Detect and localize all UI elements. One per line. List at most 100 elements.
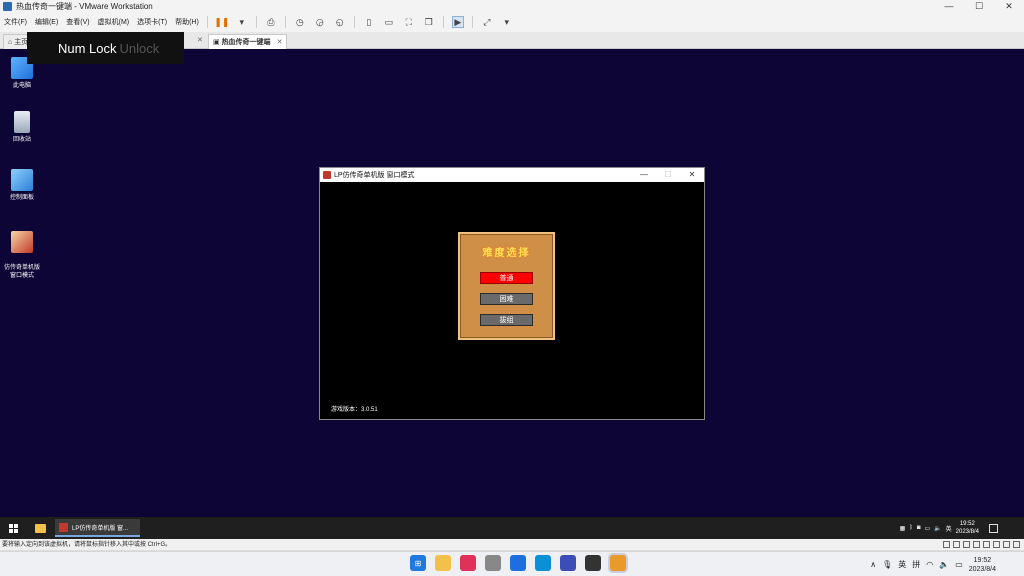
vmware-status-bar: 要将输入定向到该虚拟机，请将鼠标指针移入其中或按 Ctrl+G。 [0,539,1024,551]
difficulty-extreme-button[interactable]: 拔组 [480,314,533,326]
menu-tabs[interactable]: 选项卡(T) [133,17,171,27]
guest-date: 2023/8/4 [955,529,979,535]
speaker-icon[interactable]: 🔈 [934,525,941,532]
taskbar-game-item[interactable]: LP仿传奇单机版 窗... [55,519,140,537]
unity-icon[interactable]: ❐ [423,16,435,28]
desktop-icon-control-panel[interactable]: 控制面板 [0,169,44,202]
numlock-osd: Num Lock Unlock [27,32,184,64]
wifi-icon[interactable]: ◠ [926,560,933,569]
tray-icon[interactable]: ◙ [917,525,921,531]
snapshot-manager-icon[interactable]: ◵ [334,16,346,28]
desktop-icon-label: 控制面板 [9,195,34,201]
host-clock[interactable]: 19:52 2023/8/4 [969,556,996,574]
tab-vm[interactable]: ▣ 热血传奇一键端 ✕ [208,34,288,49]
file-explorer-icon[interactable] [35,523,46,533]
show-desktop-icon[interactable] [989,523,998,533]
taskbar-game-label: LP仿传奇单机版 窗... [72,525,129,532]
guest-taskbar: LP仿传奇单机版 窗... ▦ ᛒ ◙ ▭ 🔈 英 19:52 2023/8/4 [0,517,1024,539]
thumbnail-icon[interactable]: ▭ [383,16,395,28]
minimize-button[interactable]: — [934,0,964,12]
microphone-icon[interactable]: 🎙 [882,560,892,569]
host-time: 19:52 [973,556,992,564]
speaker-icon[interactable]: 🔈 [939,560,949,569]
toolbar-separator [255,16,257,28]
windows-start-icon[interactable]: ⊞ [410,555,426,571]
network-icon[interactable]: ▭ [924,525,930,532]
desktop-icon-recycle-bin[interactable]: 回收站 [0,111,44,144]
host-taskbar: ⊞ ∧ 🎙 英 拼 ◠ 🔈 ▭ 19:52 2023/8/4 [0,551,1024,576]
cdrom-icon[interactable] [953,541,960,548]
ime-english[interactable]: 英 [898,559,906,570]
battery-icon[interactable]: ▭ [955,560,963,569]
edge-browser-icon[interactable] [535,555,551,571]
fullscreen-icon[interactable]: ⛶ [403,16,415,28]
display-icon[interactable] [1003,541,1010,548]
app-icon[interactable] [485,555,501,571]
host-pinned-apps: ⊞ [410,555,626,571]
ime-indicator[interactable]: 英 [946,524,952,533]
sidebar-toggle-icon[interactable]: ▯ [363,16,375,28]
message-icon[interactable] [1013,541,1020,548]
file-explorer-icon[interactable] [435,555,451,571]
keyboard-icon[interactable]: ▦ [900,525,906,532]
printer-icon[interactable] [993,541,1000,548]
menu-file[interactable]: 文件(F) [0,17,31,27]
game-icon [11,231,33,253]
game-close-button[interactable]: ✕ [680,168,704,182]
pause-icon[interactable]: ❚❚ [214,16,229,28]
host-system-tray: ∧ 🎙 英 拼 ◠ 🔈 ▭ 19:52 2023/8/4 [870,552,996,576]
send-keys-icon[interactable]: ⎙ [265,16,277,28]
game-task-icon [59,522,68,532]
vmware-icon[interactable] [610,555,626,571]
difficulty-hard-button[interactable]: 困难 [480,293,533,305]
difficulty-title: 难度选择 [482,248,531,259]
stretch-icon[interactable]: ⤢ [481,16,493,28]
maximize-button[interactable]: ☐ [964,0,994,12]
game-window-title: LP仿传奇单机版 窗口模式 [334,172,415,179]
disk-icon[interactable] [943,541,950,548]
menu-vm[interactable]: 虚拟机(M) [94,17,134,27]
guest-screen[interactable]: 此电脑 回收站 控制面板 仿传奇单机版 窗口模式 LP仿传奇单机版 窗口模式 —… [0,49,1024,517]
toolbar-separator [284,16,286,28]
console-view-icon[interactable]: ▶ [451,16,464,28]
game-minimize-button[interactable]: — [632,168,656,182]
usb-icon[interactable] [973,541,980,548]
numlock-dim-text: Unlock [119,40,160,56]
tab-close-icon[interactable]: ✕ [197,36,203,44]
chevron-up-icon[interactable]: ∧ [870,560,876,569]
network-adapter-icon[interactable] [963,541,970,548]
snapshot-icon[interactable]: ◷ [294,16,306,28]
game-window-controls: — ☐ ✕ [632,168,704,182]
sound-icon[interactable] [983,541,990,548]
close-button[interactable]: ✕ [994,0,1024,12]
tab-close-icon[interactable]: ✕ [277,38,283,46]
window-controls: — ☐ ✕ [934,0,1024,12]
status-message: 要将输入定向到该虚拟机，请将鼠标指针移入其中或按 Ctrl+G。 [2,542,172,548]
app-icon[interactable] [460,555,476,571]
toolbar-separator [471,16,473,28]
windows-start-icon[interactable] [9,523,18,533]
menu-view[interactable]: 查看(V) [62,17,93,27]
desktop-icon-game[interactable]: 仿传奇单机版 窗口模式 [0,223,44,280]
menu-bar: 文件(F) 编辑(E) 查看(V) 虚拟机(M) 选项卡(T) 帮助(H) ❚❚… [0,12,1024,32]
bluetooth-icon[interactable]: ᛒ [909,525,913,531]
game-maximize-button[interactable]: ☐ [656,168,680,182]
guest-system-tray: ▦ ᛒ ◙ ▭ 🔈 英 19:52 2023/8/4 [900,517,998,539]
ime-pinyin[interactable]: 拼 [912,559,920,570]
game-window[interactable]: LP仿传奇单机版 窗口模式 — ☐ ✕ 难度选择 普通 困难 拔组 游戏版本：3… [319,167,705,420]
menu-help[interactable]: 帮助(H) [171,17,203,27]
dropdown-arrow-icon[interactable]: ▾ [236,16,248,28]
tab-vm-label: 热血传奇一键端 [221,39,271,46]
dropdown-arrow-icon[interactable]: ▾ [501,16,513,28]
revert-snapshot-icon[interactable]: ◶ [314,16,326,28]
guest-clock[interactable]: 19:52 2023/8/4 [956,520,979,536]
recycle-bin-icon [14,111,30,133]
control-panel-icon [11,169,33,191]
toolbar-separator [353,16,355,28]
numlock-text: Num Lock [58,40,117,56]
menu-edit[interactable]: 编辑(E) [31,17,62,27]
app-icon[interactable] [510,555,526,571]
app-icon[interactable] [560,555,576,571]
difficulty-normal-button[interactable]: 普通 [480,272,533,284]
app-icon[interactable] [585,555,601,571]
